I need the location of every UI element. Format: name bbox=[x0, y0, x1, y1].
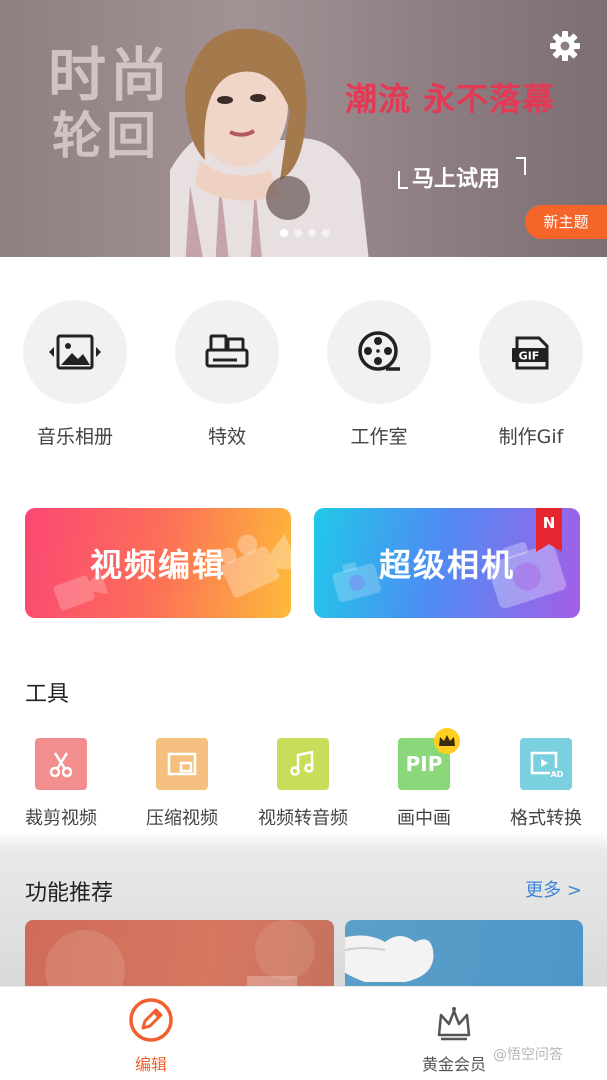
carousel-dot[interactable] bbox=[308, 229, 316, 237]
try-now-label: 马上试用 bbox=[412, 167, 501, 192]
try-now-button[interactable]: 马上试用 bbox=[398, 157, 526, 193]
carousel-dot[interactable] bbox=[322, 229, 330, 237]
carousel-dot[interactable] bbox=[280, 229, 288, 237]
studio-label: 工作室 bbox=[350, 426, 408, 448]
pencil-icon bbox=[129, 998, 173, 1042]
nav-edit-label: 编辑 bbox=[134, 1055, 167, 1074]
music-album-label: 音乐相册 bbox=[36, 426, 113, 448]
nav-edit-tab[interactable]: 编辑 bbox=[76, 997, 226, 1075]
video-to-audio-button[interactable]: 视频转音频 bbox=[242, 738, 364, 830]
new-badge: N bbox=[536, 508, 562, 552]
hand-pointer-icon bbox=[345, 935, 434, 982]
recommend-card[interactable] bbox=[345, 920, 583, 987]
make-gif-label: 制作Gif bbox=[498, 426, 564, 448]
video-edit-card[interactable]: 视频编辑 bbox=[25, 508, 291, 618]
carousel-indicator[interactable] bbox=[280, 229, 330, 237]
music-note-icon bbox=[277, 738, 329, 790]
effects-button[interactable]: 特效 bbox=[157, 300, 297, 449]
scissors-icon bbox=[35, 738, 87, 790]
recommend-card-image bbox=[45, 920, 315, 987]
svg-text:GIF: GIF bbox=[519, 350, 540, 363]
compress-video-label: 压缩视频 bbox=[146, 808, 218, 829]
pip-text-icon: PIP bbox=[405, 752, 443, 776]
music-album-button[interactable]: 音乐相册 bbox=[5, 300, 145, 449]
tools-section-title: 工具 bbox=[25, 682, 70, 707]
gif-icon: GIF bbox=[479, 300, 583, 404]
gear-icon[interactable] bbox=[549, 30, 581, 62]
video-to-audio-label: 视频转音频 bbox=[258, 808, 348, 829]
tools-row: 裁剪视频 压缩视频 视频转音频 PIP 画中画 AD 格式转换 bbox=[0, 728, 607, 833]
pip-icon: PIP bbox=[398, 728, 460, 790]
more-link[interactable]: 更多 > bbox=[525, 876, 582, 902]
make-gif-button[interactable]: GIF 制作Gif bbox=[461, 300, 601, 449]
banner-headline-line2: 轮回 bbox=[52, 106, 160, 165]
effects-label: 特效 bbox=[207, 426, 246, 448]
new-theme-badge[interactable]: 新主题 bbox=[525, 205, 607, 239]
format-convert-button[interactable]: AD 格式转换 bbox=[485, 738, 607, 830]
crown-icon bbox=[434, 728, 460, 754]
studio-button[interactable]: 工作室 bbox=[309, 300, 449, 449]
picture-in-picture-label: 画中画 bbox=[397, 808, 451, 829]
crown-icon bbox=[437, 1007, 471, 1041]
bracket-corner-left bbox=[398, 171, 408, 189]
trim-video-button[interactable]: 裁剪视频 bbox=[0, 738, 122, 830]
effects-icon bbox=[175, 300, 279, 404]
main-function-row: 音乐相册 特效 工作室 GIF 制作Gif bbox=[0, 300, 607, 460]
compress-icon bbox=[156, 738, 208, 790]
svg-text:AD: AD bbox=[551, 770, 564, 779]
picture-in-picture-button[interactable]: PIP 画中画 bbox=[363, 728, 485, 830]
format-convert-icon: AD bbox=[520, 738, 572, 790]
film-reel-icon bbox=[327, 300, 431, 404]
format-convert-label: 格式转换 bbox=[510, 808, 582, 829]
bottom-navigation: 编辑 黄金会员 bbox=[0, 986, 607, 1080]
video-edit-title: 视频编辑 bbox=[89, 546, 226, 584]
promo-banner[interactable]: 时尚 轮回 潮流 永不落幕 马上试用 新主题 bbox=[0, 0, 607, 257]
app-home-screen: 时尚 轮回 潮流 永不落幕 马上试用 新主题 音乐相册 特效 工作室 GIF 制… bbox=[0, 0, 607, 1080]
recommend-card[interactable] bbox=[25, 920, 334, 987]
music-album-icon bbox=[23, 300, 127, 404]
compress-video-button[interactable]: 压缩视频 bbox=[121, 738, 243, 830]
recommend-section-title: 功能推荐 bbox=[25, 881, 114, 906]
source-watermark: @悟空问答 bbox=[493, 1047, 563, 1063]
super-camera-card[interactable]: 超级相机 N bbox=[314, 508, 580, 618]
banner-slogan: 潮流 永不落幕 bbox=[345, 80, 556, 118]
trim-video-label: 裁剪视频 bbox=[25, 808, 97, 829]
bracket-corner-right bbox=[516, 157, 526, 175]
carousel-dot[interactable] bbox=[294, 229, 302, 237]
